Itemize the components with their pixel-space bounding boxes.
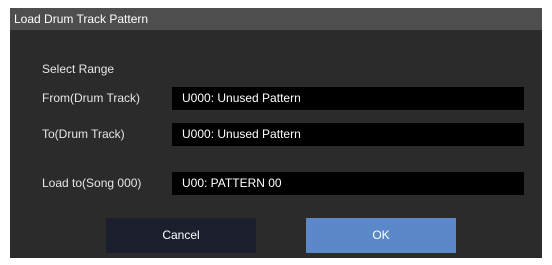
dialog-title: Load Drum Track Pattern xyxy=(10,8,542,30)
load-drum-track-pattern-dialog: Load Drum Track Pattern Select Range Fro… xyxy=(10,8,542,258)
load-to-song-field[interactable]: U00: PATTERN 00 xyxy=(172,172,524,195)
from-drum-track-label: From(Drum Track) xyxy=(42,91,140,105)
cancel-button[interactable]: Cancel xyxy=(106,218,256,253)
to-drum-track-label: To(Drum Track) xyxy=(42,127,125,141)
to-drum-track-field[interactable]: U000: Unused Pattern xyxy=(172,123,524,146)
select-range-label: Select Range xyxy=(42,62,115,76)
ok-button[interactable]: OK xyxy=(306,218,456,253)
from-drum-track-field[interactable]: U000: Unused Pattern xyxy=(172,87,524,110)
load-to-song-label: Load to(Song 000) xyxy=(42,176,142,190)
